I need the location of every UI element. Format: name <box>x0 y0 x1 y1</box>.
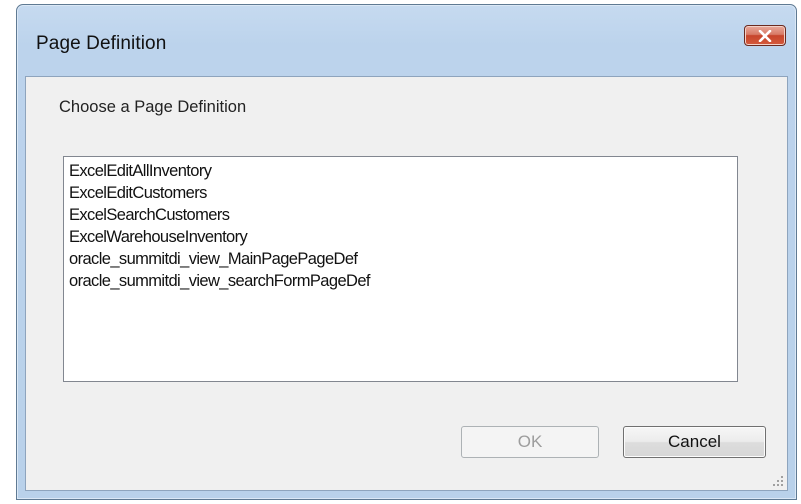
list-item[interactable]: ExcelSearchCustomers <box>67 204 734 226</box>
close-x-icon <box>758 29 772 42</box>
list-item[interactable]: ExcelWarehouseInventory <box>67 226 734 248</box>
ok-button[interactable]: OK <box>461 426 599 458</box>
prompt-label: Choose a Page Definition <box>59 98 247 116</box>
cancel-button[interactable]: Cancel <box>623 426 766 458</box>
page-definition-dialog: Page Definition Choose a Page Definition… <box>16 4 797 500</box>
list-item[interactable]: oracle_summitdi_view_MainPagePageDef <box>67 248 734 270</box>
page-definition-list[interactable]: ExcelEditAllInventory ExcelEditCustomers… <box>63 156 738 382</box>
list-item[interactable]: oracle_summitdi_view_searchFormPageDef <box>67 270 734 292</box>
list-item[interactable]: ExcelEditCustomers <box>67 182 734 204</box>
window-title: Page Definition <box>36 33 167 54</box>
list-item[interactable]: ExcelEditAllInventory <box>67 160 734 182</box>
dialog-client-area: Choose a Page Definition ExcelEditAllInv… <box>25 76 788 491</box>
title-bar[interactable]: Page Definition <box>17 5 796 77</box>
size-grip-icon[interactable] <box>771 474 785 488</box>
close-button[interactable] <box>744 25 786 46</box>
